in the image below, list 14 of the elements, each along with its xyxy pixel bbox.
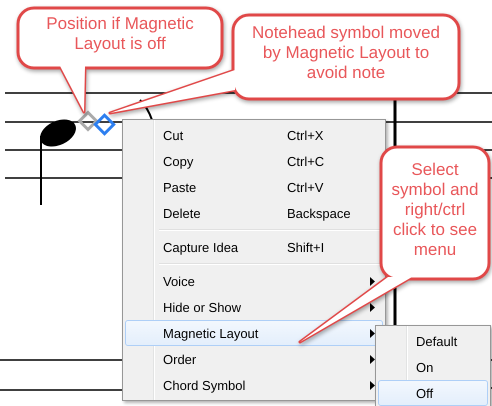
callout-text: Position if Magnetic Layout is off xyxy=(45,14,195,54)
menu-item[interactable]: Voice xyxy=(125,268,383,294)
menu-item[interactable]: Paste Ctrl+V xyxy=(125,174,383,200)
menu-item[interactable]: Delete Backspace xyxy=(125,200,383,226)
diamond-notehead-icon xyxy=(77,110,99,132)
menu-item[interactable]: Cut Ctrl+X xyxy=(125,122,383,148)
menu-item[interactable]: Off xyxy=(378,380,488,406)
callout-text: Select symbol and right/ctrl click to see menu xyxy=(390,160,480,260)
callout-text: Notehead symbol moved by Magnetic Layout to avoid note xyxy=(250,23,442,83)
menu-item[interactable]: Magnetic Layout xyxy=(125,320,383,346)
menu-item[interactable]: Copy Ctrl+C xyxy=(125,148,383,174)
menu-item[interactable]: Capture Idea Shift+I xyxy=(125,234,383,260)
menu-item[interactable]: Hide or Show xyxy=(125,294,383,320)
diamond-notehead-icon xyxy=(93,113,116,136)
